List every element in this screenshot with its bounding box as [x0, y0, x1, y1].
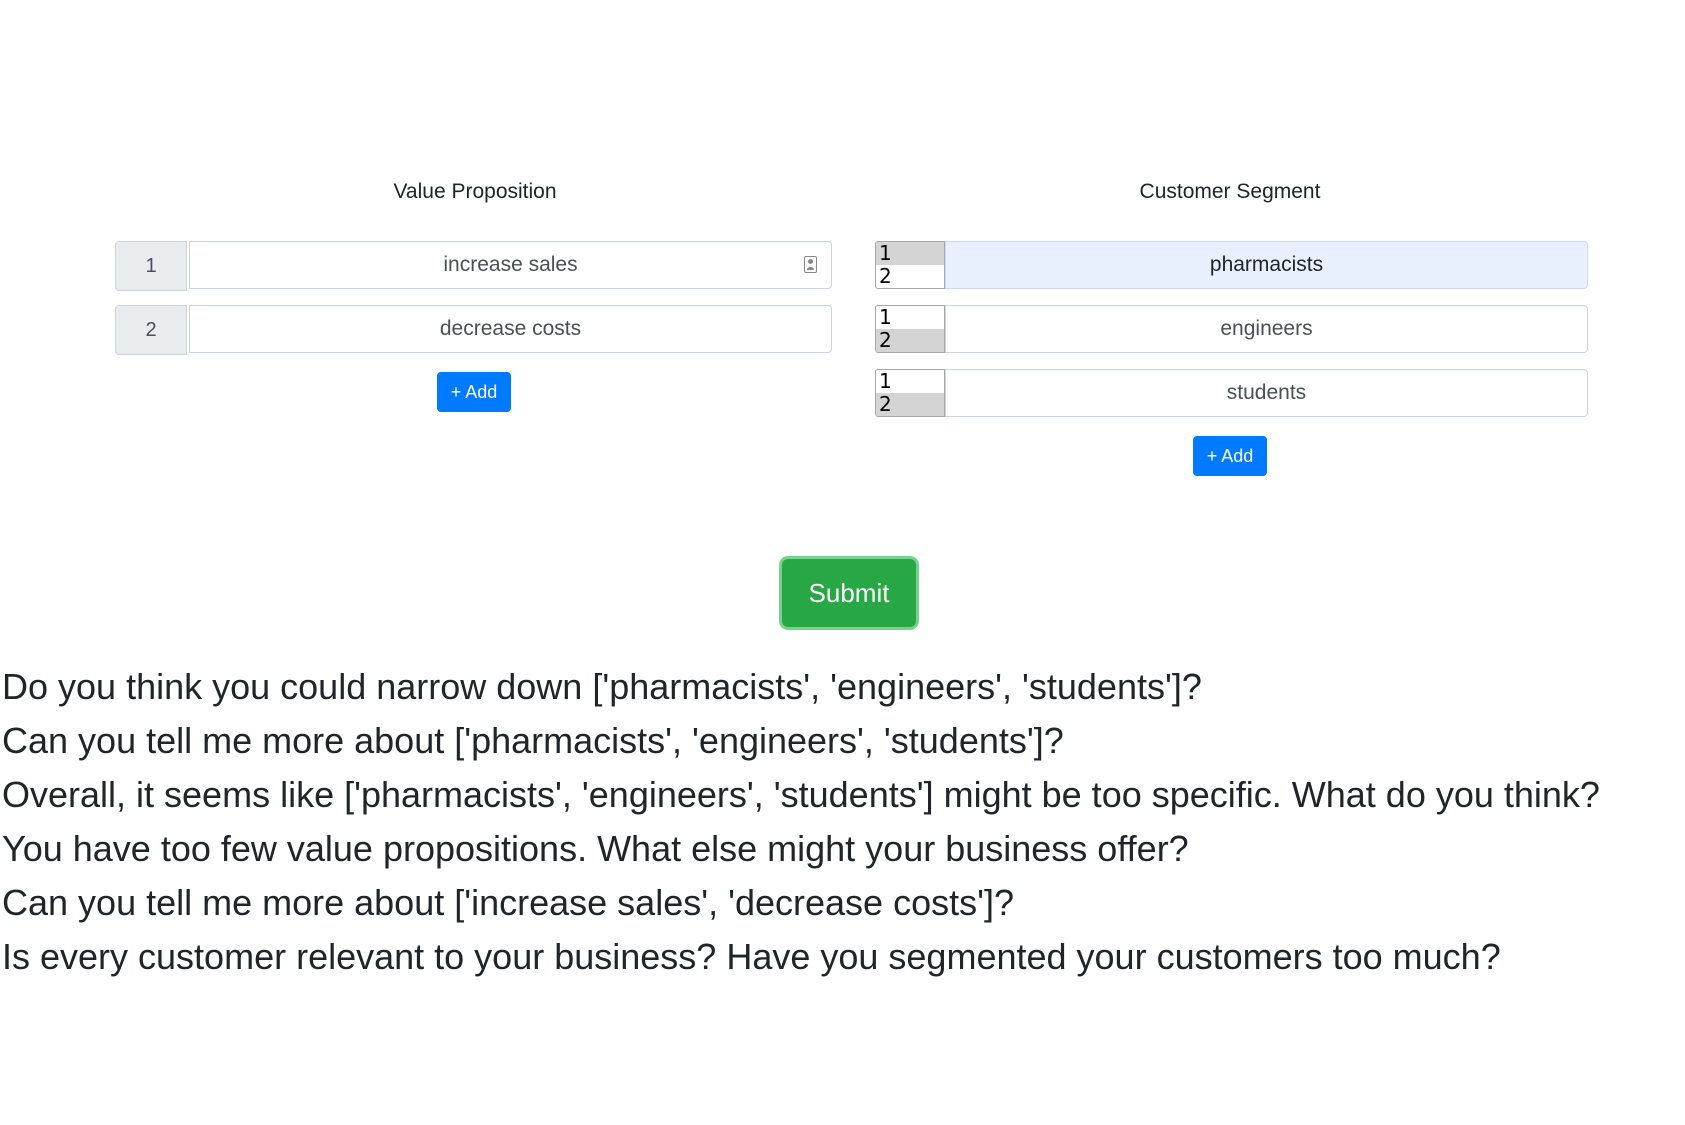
feedback-line: Can you tell me more about ['pharmacists… [2, 720, 1064, 761]
value-proposition-number: 1 [115, 241, 187, 291]
customer-segment-input-text: engineers [1220, 317, 1313, 340]
select-option[interactable]: 1 [876, 242, 944, 265]
feedback-line: Is every customer relevant to your busin… [2, 936, 1501, 977]
value-proposition-number: 2 [115, 305, 187, 355]
select-option[interactable]: 2 [876, 393, 944, 416]
customer-segment-row: 1 2 pharmacists [875, 241, 1588, 291]
page: Value Proposition 1 increase sales 2 dec… [0, 0, 1685, 1125]
select-option[interactable]: 1 [876, 370, 944, 393]
value-proposition-title: Value Proposition [393, 180, 557, 203]
customer-segment-input-text: students [1226, 381, 1307, 404]
add-customer-segment-button[interactable]: + Add [1193, 436, 1267, 476]
value-proposition-input[interactable]: decrease costs [189, 305, 832, 353]
customer-segment-input-text: pharmacists [1209, 253, 1324, 276]
value-proposition-row: 2 decrease costs [115, 305, 832, 355]
submit-button[interactable]: Submit [782, 559, 916, 627]
feedback-line: You have too few value propositions. Wha… [2, 828, 1189, 869]
add-value-proposition-button[interactable]: + Add [437, 372, 511, 412]
value-proposition-input-text: increase sales [443, 253, 578, 276]
select-option[interactable]: 2 [876, 329, 944, 352]
customer-segment-row: 1 2 engineers [875, 305, 1588, 355]
select-option[interactable]: 1 [876, 306, 944, 329]
feedback-line: Do you think you could narrow down ['pha… [2, 666, 1202, 707]
value-proposition-input-text: decrease costs [439, 317, 582, 340]
feedback-list: Do you think you could narrow down ['pha… [2, 660, 1682, 984]
customer-segment-input[interactable]: pharmacists [945, 241, 1588, 289]
value-proposition-row: 1 increase sales [115, 241, 832, 291]
select-option[interactable]: 2 [876, 265, 944, 288]
feedback-line: Overall, it seems like ['pharmacists', '… [2, 774, 1600, 815]
customer-segment-input[interactable]: students [945, 369, 1588, 417]
customer-segment-title: Customer Segment [1139, 180, 1321, 203]
value-proposition-input[interactable]: increase sales [189, 241, 832, 289]
contact-card-icon[interactable] [804, 256, 817, 273]
customer-segment-row: 1 2 students [875, 369, 1588, 419]
feedback-line: Can you tell me more about ['increase sa… [2, 882, 1014, 923]
customer-segment-select[interactable]: 1 2 [875, 369, 945, 417]
customer-segment-select[interactable]: 1 2 [875, 305, 945, 353]
customer-segment-input[interactable]: engineers [945, 305, 1588, 353]
customer-segment-select[interactable]: 1 2 [875, 241, 945, 289]
